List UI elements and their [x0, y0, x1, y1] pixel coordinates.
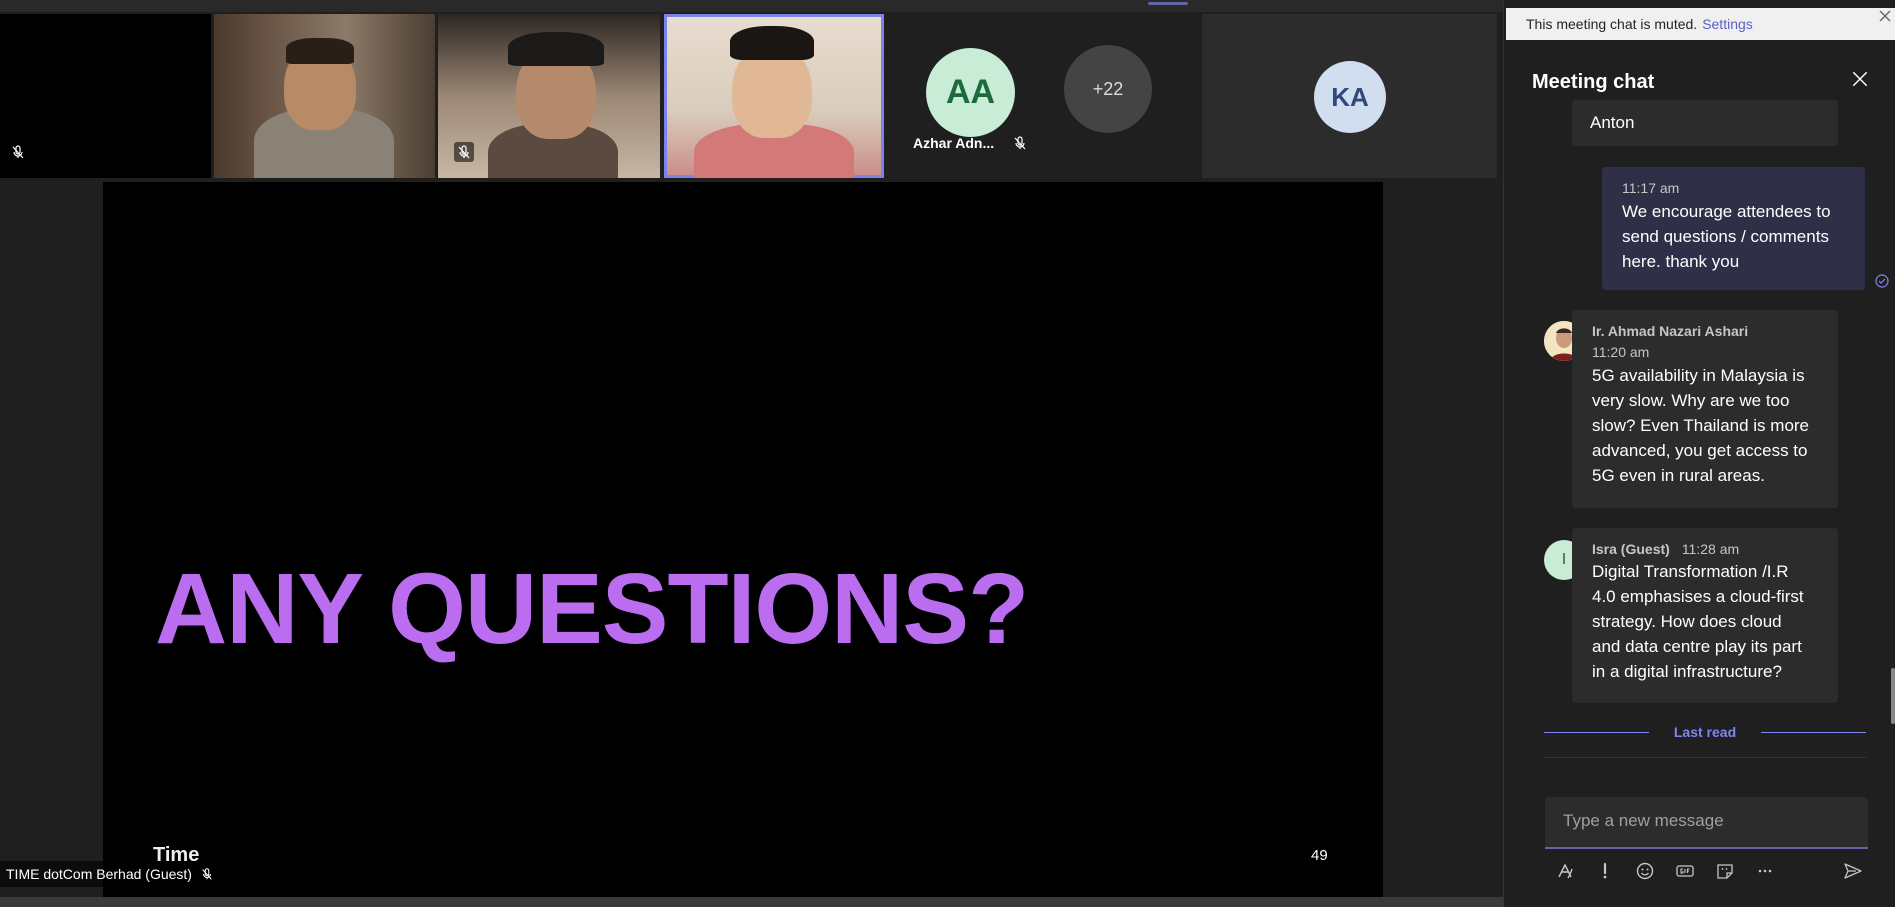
message-text-line: Digital Transformation /I.R	[1592, 562, 1789, 581]
mic-off-icon	[200, 867, 214, 881]
presentation-slide: ANY QUESTIONS? Time 49	[103, 182, 1383, 897]
message-text-line: and data centre play its part	[1592, 637, 1802, 656]
message-text-line: 5G availability in Malaysia is	[1592, 366, 1805, 385]
teams-meeting-window: AA Azhar Adn... +22 KA ANY QUESTIONS? Ti…	[0, 0, 1895, 907]
message-author: Isra (Guest)	[1592, 541, 1670, 557]
more-icon[interactable]	[1745, 856, 1785, 886]
message-time: 11:17 am	[1622, 180, 1680, 196]
chat-title: Meeting chat	[1532, 71, 1655, 93]
gif-icon[interactable]	[1665, 856, 1705, 886]
more-participants-button[interactable]: +22	[1064, 45, 1152, 133]
message-time: 11:28 am	[1681, 541, 1740, 557]
meeting-chat-panel: This meeting chat is muted. Settings Mee…	[1503, 0, 1895, 907]
mic-off-icon	[8, 142, 28, 162]
compose-toolbar	[1545, 856, 1868, 886]
slide-heading: ANY QUESTIONS?	[155, 553, 1029, 665]
message-text-line: 4.0 emphasises a cloud-first	[1592, 587, 1804, 606]
message-text: Anton	[1590, 113, 1635, 132]
presenter-name: TIME dotCom Berhad (Guest)	[6, 866, 192, 882]
message-author: Ir. Ahmad Nazari Ashari	[1592, 323, 1749, 339]
divider-line	[1761, 731, 1866, 733]
last-read-divider: Last read	[1544, 722, 1866, 742]
message-text-line: here. thank you	[1622, 252, 1740, 271]
message-input[interactable]	[1563, 811, 1850, 831]
chat-muted-text: This meeting chat is muted.	[1526, 16, 1698, 32]
read-receipt-icon	[1875, 274, 1889, 288]
participant-avatar-aa[interactable]: AA	[926, 48, 1015, 137]
shared-content-stage: ANY QUESTIONS? Time 49 TIME dotCom Berha…	[0, 180, 1497, 907]
message-text-line: We encourage attendees to	[1622, 202, 1831, 221]
message-text-line: very slow. Why are we too	[1592, 391, 1790, 410]
message-header: Isra (Guest) 11:28 am	[1592, 541, 1818, 557]
participant-avatar-ka: KA	[1314, 61, 1386, 133]
chat-message: Anton	[1572, 100, 1838, 146]
compose-box[interactable]	[1545, 797, 1868, 849]
active-tab-indicator	[1148, 2, 1188, 5]
compose-divider	[1544, 757, 1866, 758]
message-time: 11:20 am	[1592, 344, 1650, 360]
message-text-line: in a digital infrastructure?	[1592, 662, 1782, 681]
chat-message: Ir. Ahmad Nazari Ashari 11:20 am 5G avai…	[1572, 310, 1838, 508]
send-icon[interactable]	[1838, 856, 1868, 886]
chat-scrollbar[interactable]	[1891, 668, 1895, 724]
mic-off-icon	[454, 142, 474, 162]
mic-off-icon	[1010, 133, 1030, 153]
sticker-icon[interactable]	[1705, 856, 1745, 886]
slide-page-number: 49	[1311, 847, 1328, 864]
close-chat-button[interactable]	[1851, 70, 1871, 90]
close-icon[interactable]	[1877, 8, 1893, 24]
emoji-icon[interactable]	[1625, 856, 1665, 886]
presenter-label: TIME dotCom Berhad (Guest)	[0, 861, 220, 887]
format-icon[interactable]	[1545, 856, 1585, 886]
chat-message-own: 11:17 am We encourage attendees to send …	[1602, 167, 1865, 290]
chat-muted-banner: This meeting chat is muted. Settings	[1506, 8, 1895, 40]
participant-tile-3[interactable]	[438, 14, 660, 178]
last-read-label: Last read	[1673, 724, 1737, 740]
participant-tile-1[interactable]	[0, 14, 211, 178]
window-top-bar	[0, 0, 1503, 12]
participant-name-label: Azhar Adn...	[913, 135, 995, 151]
settings-link[interactable]: Settings	[1702, 16, 1753, 32]
participant-tile-4-active-speaker[interactable]	[664, 14, 884, 178]
message-text-line: strategy. How does cloud	[1592, 612, 1782, 631]
message-text-line: advanced, you get access to	[1592, 441, 1808, 460]
message-text-line: slow? Even Thailand is more	[1592, 416, 1810, 435]
message-text-line: 5G even in rural areas.	[1592, 466, 1765, 485]
participant-video-hair	[730, 26, 814, 60]
participant-tile-2[interactable]	[214, 14, 435, 178]
participant-video-strip: AA Azhar Adn... +22 KA	[0, 12, 1497, 178]
message-text-line: send questions / comments	[1622, 227, 1829, 246]
priority-icon[interactable]	[1585, 856, 1625, 886]
window-bottom-bar	[0, 897, 1503, 907]
divider-line	[1544, 731, 1649, 733]
chat-message: Isra (Guest) 11:28 am Digital Transforma…	[1572, 528, 1838, 703]
participant-video-hair	[286, 38, 354, 64]
participant-video-cap	[508, 32, 604, 66]
participant-tile-ka[interactable]: KA	[1202, 14, 1497, 178]
